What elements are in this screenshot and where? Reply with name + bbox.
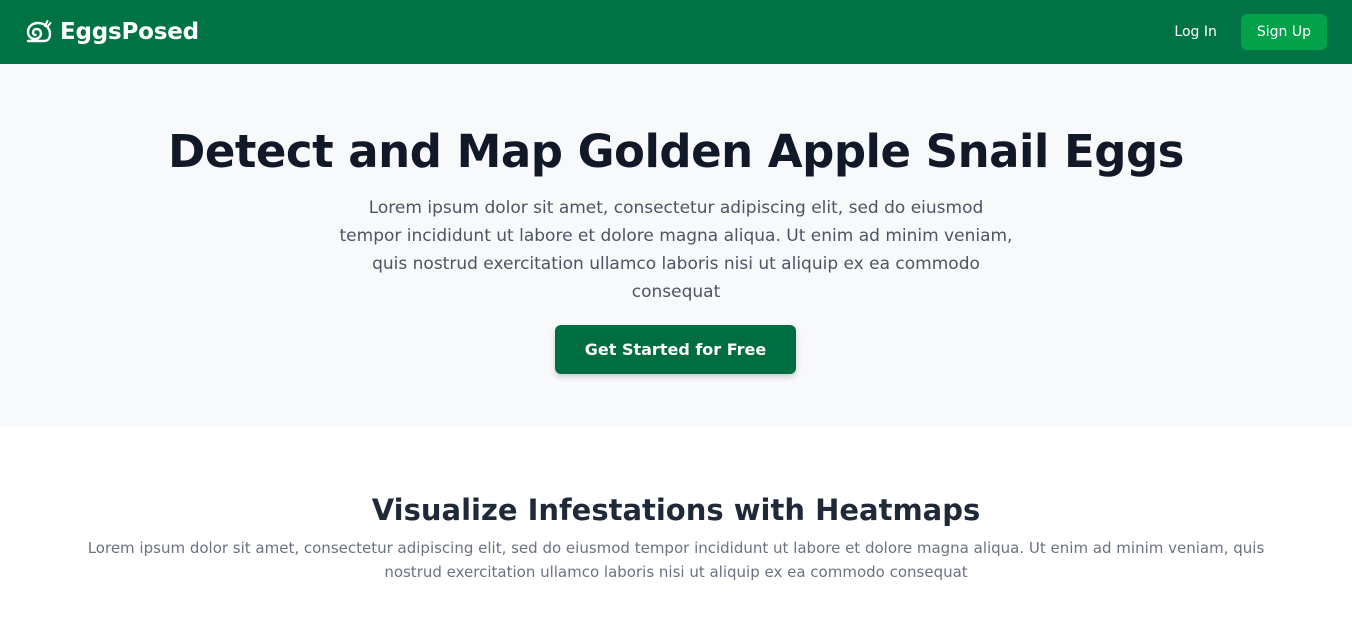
top-navbar: EggsPosed Log In Sign Up <box>0 0 1352 64</box>
hero-title: Detect and Map Golden Apple Snail Eggs <box>168 125 1184 178</box>
snail-logo-icon <box>24 18 52 46</box>
login-link[interactable]: Log In <box>1172 18 1218 46</box>
hero-section: Detect and Map Golden Apple Snail Eggs L… <box>0 64 1352 427</box>
heatmap-feature-section: Visualize Infestations with Heatmaps Lor… <box>0 427 1352 617</box>
get-started-button[interactable]: Get Started for Free <box>555 325 796 374</box>
hero-description: Lorem ipsum dolor sit amet, consectetur … <box>339 198 1013 302</box>
section-title: Visualize Infestations with Heatmaps <box>371 493 981 527</box>
signup-button[interactable]: Sign Up <box>1240 14 1327 50</box>
nav-actions: Log In Sign Up <box>1172 14 1327 50</box>
brand-home-link[interactable]: EggsPosed <box>24 18 199 46</box>
brand-name: EggsPosed <box>60 19 199 45</box>
section-description: Lorem ipsum dolor sit amet, consectetur … <box>87 539 1265 581</box>
